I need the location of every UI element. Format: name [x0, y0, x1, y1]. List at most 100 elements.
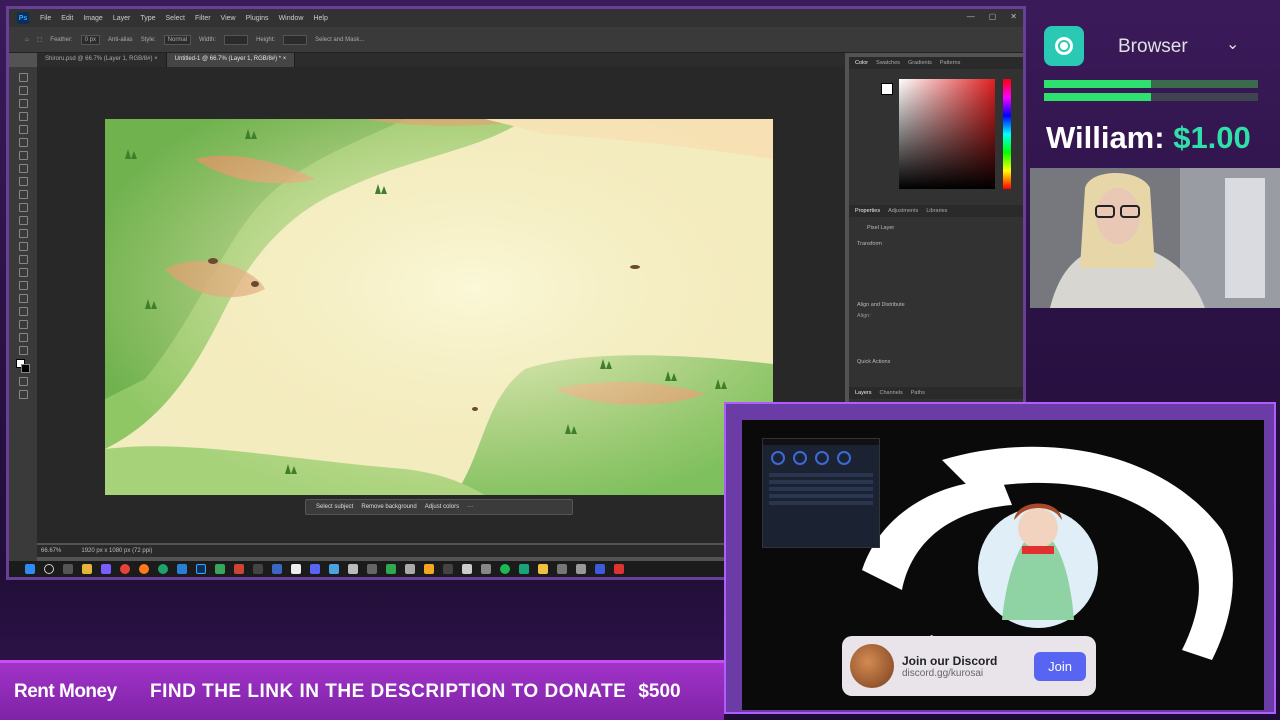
more-tools-icon[interactable] [18, 346, 28, 355]
tab-libraries[interactable]: Libraries [926, 208, 947, 214]
brush-tool-icon[interactable] [18, 177, 28, 186]
color-picker[interactable] [899, 79, 995, 189]
zoom-level[interactable]: 66.67% [41, 548, 61, 554]
width-input[interactable] [224, 34, 249, 45]
tab-paths[interactable]: Paths [911, 390, 925, 396]
app-icon[interactable] [291, 564, 301, 574]
frame-tool-icon[interactable] [18, 138, 28, 147]
firefox-icon[interactable] [139, 564, 149, 574]
app-icon[interactable] [215, 564, 225, 574]
screen-mode-icon[interactable] [18, 390, 28, 399]
windows-start-icon[interactable] [25, 564, 35, 574]
app-icon[interactable] [557, 564, 567, 574]
app-icon[interactable] [538, 564, 548, 574]
menu-image[interactable]: Image [78, 15, 107, 22]
join-button[interactable]: Join [1034, 651, 1086, 681]
browser-source-badge[interactable] [1044, 26, 1084, 66]
tab-shiroru[interactable]: Shiroru.psd @ 66.7% (Layer 1, RGB/8#) × [37, 53, 167, 67]
tab-color[interactable]: Color [855, 60, 868, 66]
app-icon[interactable] [443, 564, 453, 574]
app-icon[interactable] [405, 564, 415, 574]
maximize-button[interactable]: ▢ [989, 12, 997, 21]
type-tool-icon[interactable] [18, 281, 28, 290]
vscode-icon[interactable] [177, 564, 187, 574]
tab-patterns[interactable]: Patterns [940, 60, 960, 66]
lasso-tool-icon[interactable] [18, 99, 28, 108]
app-icon[interactable] [595, 564, 605, 574]
vivaldi-icon[interactable] [120, 564, 130, 574]
app-icon[interactable] [519, 564, 529, 574]
close-button[interactable]: ✕ [1010, 12, 1017, 21]
style-select[interactable]: Normal [163, 34, 192, 45]
app-icon[interactable] [576, 564, 586, 574]
path-select-tool-icon[interactable] [18, 294, 28, 303]
document-canvas[interactable] [105, 119, 773, 495]
stamp-tool-icon[interactable] [18, 190, 28, 199]
align-distribute-section[interactable]: Align and Distribute [849, 300, 913, 310]
menu-file[interactable]: File [35, 15, 56, 22]
copilot-icon[interactable] [101, 564, 111, 574]
tab-layers[interactable]: Layers [855, 390, 872, 396]
select-and-mask-button[interactable]: Select and Mask... [315, 37, 364, 43]
tab-untitled[interactable]: Untitled-1 @ 66.7% (Layer 1, RGB/8#) * × [166, 53, 296, 67]
task-view-icon[interactable] [63, 564, 73, 574]
fg-bg-swatch-icon[interactable] [881, 83, 893, 95]
tab-swatches[interactable]: Swatches [876, 60, 900, 66]
chevron-down-icon[interactable]: ⌄ [1226, 34, 1239, 54]
app-icon[interactable] [481, 564, 491, 574]
marquee-tool-icon[interactable] [18, 86, 28, 95]
quick-actions-section[interactable]: Quick Actions [849, 357, 898, 367]
menu-view[interactable]: View [216, 15, 241, 22]
app-icon[interactable] [329, 564, 339, 574]
minimize-button[interactable]: — [967, 12, 975, 21]
zoom-tool-icon[interactable] [18, 333, 28, 342]
app-icon[interactable] [462, 564, 472, 574]
app-icon[interactable] [272, 564, 282, 574]
tab-adjustments[interactable]: Adjustments [888, 208, 918, 214]
crop-tool-icon[interactable] [18, 125, 28, 134]
gradient-tool-icon[interactable] [18, 229, 28, 238]
dodge-tool-icon[interactable] [18, 255, 28, 264]
pen-tool-icon[interactable] [18, 268, 28, 277]
app-icon[interactable] [424, 564, 434, 574]
color-swatches-icon[interactable] [16, 359, 30, 373]
home-icon[interactable]: ⌂ [25, 37, 29, 43]
hue-slider[interactable] [1003, 79, 1011, 189]
app-icon[interactable] [234, 564, 244, 574]
hand-tool-icon[interactable] [18, 320, 28, 329]
remove-background-button[interactable]: Remove background [361, 504, 416, 510]
marquee-tool-icon[interactable]: ⬚ [37, 36, 43, 43]
app-icon[interactable] [348, 564, 358, 574]
history-brush-tool-icon[interactable] [18, 203, 28, 212]
menu-window[interactable]: Window [274, 15, 309, 22]
quick-select-tool-icon[interactable] [18, 112, 28, 121]
tab-properties[interactable]: Properties [855, 208, 880, 214]
menu-select[interactable]: Select [161, 15, 190, 22]
menu-type[interactable]: Type [135, 15, 160, 22]
quick-mask-icon[interactable] [18, 377, 28, 386]
anti-alias-checkbox[interactable]: Anti-alias [108, 37, 133, 43]
move-tool-icon[interactable] [18, 73, 28, 82]
menu-plugins[interactable]: Plugins [241, 15, 274, 22]
photoshop-taskbar-icon[interactable] [196, 564, 206, 574]
select-subject-button[interactable]: Select subject [316, 504, 353, 510]
blur-tool-icon[interactable] [18, 242, 28, 251]
menu-help[interactable]: Help [308, 15, 332, 22]
app-icon[interactable] [386, 564, 396, 574]
discord-icon[interactable] [310, 564, 320, 574]
menu-layer[interactable]: Layer [108, 15, 136, 22]
menu-edit[interactable]: Edit [56, 15, 78, 22]
edge-icon[interactable] [158, 564, 168, 574]
app-icon[interactable] [367, 564, 377, 574]
feather-input[interactable]: 0 px [80, 34, 100, 45]
healing-tool-icon[interactable] [18, 164, 28, 173]
height-input[interactable] [283, 34, 308, 45]
adjust-colors-button[interactable]: Adjust colors [425, 504, 459, 510]
tab-channels[interactable]: Channels [880, 390, 903, 396]
eraser-tool-icon[interactable] [18, 216, 28, 225]
spotify-icon[interactable] [500, 564, 510, 574]
app-icon[interactable] [614, 564, 624, 574]
shape-tool-icon[interactable] [18, 307, 28, 316]
eyedropper-tool-icon[interactable] [18, 151, 28, 160]
menu-filter[interactable]: Filter [190, 15, 216, 22]
